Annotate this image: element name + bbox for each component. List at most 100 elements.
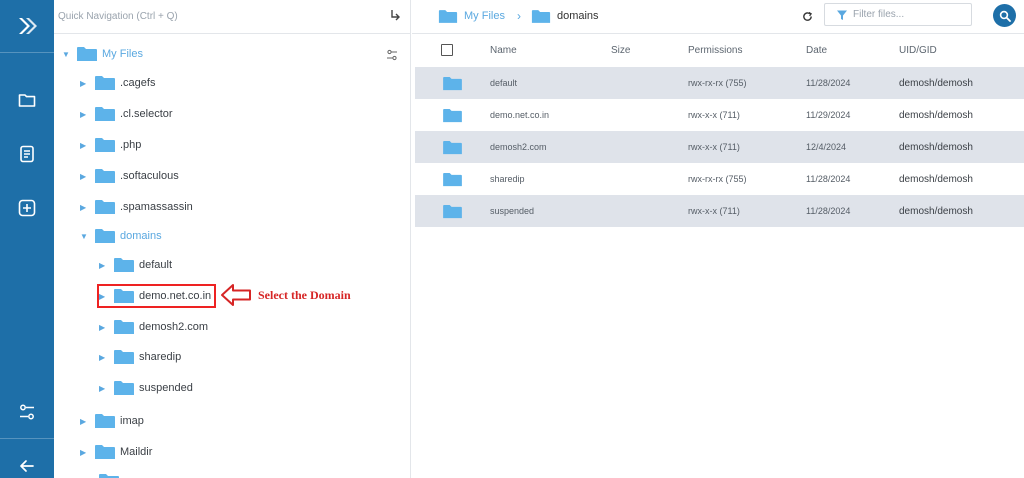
collapsed-caret-icon[interactable]: ▶ (80, 448, 94, 457)
tree-item-suspended[interactable]: ▶ suspended (99, 377, 193, 399)
collapsed-caret-icon[interactable]: ▶ (80, 110, 94, 119)
collapsed-caret-icon[interactable]: ▶ (99, 261, 113, 270)
tree-item-imap[interactable]: ▶ imap (80, 410, 144, 432)
column-header-permissions[interactable]: Permissions (688, 45, 742, 56)
tree-item-label: suspended (139, 382, 193, 394)
row-date: 11/28/2024 (806, 174, 851, 184)
collapsed-caret-icon[interactable]: ▶ (80, 172, 94, 181)
folder-icon (443, 204, 462, 219)
toolbar: My Files › domains (412, 0, 1024, 34)
logo-chevrons-icon[interactable] (0, 0, 54, 52)
tree-item-domains[interactable]: ▼ domains (80, 225, 162, 247)
row-permissions: rwx-rx-rx (755) (688, 78, 747, 88)
tree-item-label: .cagefs (120, 77, 156, 89)
tree-item-cl-selector[interactable]: ▶ .cl.selector (80, 103, 173, 125)
folder-icon (95, 414, 115, 428)
row-name[interactable]: demosh2.com (490, 142, 547, 152)
filter-box[interactable] (824, 3, 972, 26)
column-header-uid-gid[interactable]: UID/GID (899, 45, 937, 56)
rail-divider (0, 438, 54, 439)
collapsed-caret-icon[interactable]: ▶ (99, 384, 113, 393)
tree-settings-icon[interactable] (386, 48, 398, 66)
breadcrumb: My Files › domains (438, 7, 599, 25)
row-permissions: rwx-x-x (711) (688, 142, 740, 152)
folder-icon (114, 258, 134, 272)
tree-item-label: imap (120, 415, 144, 427)
tree-item-php[interactable]: ▶ .php (80, 134, 141, 156)
collapsed-caret-icon[interactable]: ▶ (80, 417, 94, 426)
left-arrow-annotation-icon (221, 284, 251, 306)
folder-icon (95, 107, 115, 121)
add-square-icon[interactable] (0, 194, 54, 222)
tree-item-partial (98, 470, 124, 478)
row-uid-gid: demosh/demosh (899, 206, 973, 217)
folder-icon (95, 76, 115, 90)
collapsed-caret-icon[interactable]: ▶ (80, 141, 94, 150)
refresh-icon[interactable] (802, 9, 813, 27)
row-name[interactable]: sharedip (490, 174, 525, 184)
tree-item-label: .cl.selector (120, 108, 173, 120)
tree-item-label: .spamassassin (120, 201, 193, 213)
filter-funnel-icon (831, 9, 853, 21)
filter-input[interactable] (853, 9, 963, 20)
tree-item-label: default (139, 259, 173, 271)
select-all-checkbox[interactable] (441, 44, 453, 56)
folder-icon (443, 140, 462, 155)
row-date: 11/28/2024 (806, 78, 851, 88)
collapsed-caret-icon[interactable]: ▶ (80, 79, 94, 88)
callout-annotation: Select the Domain (220, 283, 351, 307)
collapsed-caret-icon[interactable]: ▶ (99, 323, 113, 332)
enter-arrow-icon[interactable] (389, 8, 401, 27)
table-row[interactable]: demosh2.com rwx-x-x (711) 12/4/2024 demo… (415, 131, 1024, 163)
table-row[interactable]: demo.net.co.in rwx-x-x (711) 11/29/2024 … (415, 99, 1024, 131)
breadcrumb-current: domains (556, 10, 599, 22)
document-icon[interactable] (0, 140, 54, 168)
tree-root-my-files[interactable]: ▼ My Files (62, 43, 143, 65)
column-header-size[interactable]: Size (611, 45, 630, 56)
tree-item-default[interactable]: ▶ default (99, 254, 172, 276)
quick-navigation-input[interactable]: Quick Navigation (Ctrl + Q) (58, 11, 178, 22)
folder-icon (77, 47, 97, 61)
tree-item-maildir[interactable]: ▶ Maildir (80, 441, 152, 463)
folder-icon (95, 200, 115, 214)
back-arrow-icon[interactable] (0, 452, 54, 478)
expanded-caret-icon[interactable]: ▼ (80, 232, 94, 241)
collapsed-caret-icon[interactable]: ▶ (99, 353, 113, 362)
collapsed-caret-icon[interactable]: ▶ (80, 203, 94, 212)
folder-icon (95, 169, 115, 183)
tree-item-sharedip[interactable]: ▶ sharedip (99, 346, 181, 368)
folder-icon (531, 9, 551, 23)
expanded-caret-icon[interactable]: ▼ (62, 50, 76, 59)
search-icon (999, 10, 1011, 22)
folder-icon (443, 76, 462, 91)
tree-item-softaculous[interactable]: ▶ .softaculous (80, 165, 179, 187)
table-row[interactable]: suspended rwx-x-x (711) 11/28/2024 demos… (415, 195, 1024, 227)
row-permissions: rwx-rx-rx (755) (688, 174, 747, 184)
highlight-box (97, 284, 216, 308)
tree-item-demosh2-com[interactable]: ▶ demosh2.com (99, 316, 208, 338)
column-header-date[interactable]: Date (806, 45, 827, 56)
tree-item-label: sharedip (139, 351, 182, 363)
tree-item-cagefs[interactable]: ▶ .cagefs (80, 72, 155, 94)
row-name[interactable]: default (490, 78, 517, 88)
row-uid-gid: demosh/demosh (899, 78, 973, 89)
table-row[interactable]: sharedip rwx-rx-rx (755) 11/28/2024 demo… (415, 163, 1024, 195)
settings-nodes-icon[interactable] (0, 398, 54, 426)
row-date: 11/29/2024 (806, 110, 851, 120)
column-header-name[interactable]: Name (490, 45, 517, 56)
folder-icon (114, 320, 134, 334)
breadcrumb-my-files[interactable]: My Files (464, 10, 505, 22)
row-date: 11/28/2024 (806, 206, 851, 216)
row-uid-gid: demosh/demosh (899, 174, 973, 185)
row-date: 12/4/2024 (806, 142, 847, 152)
search-button[interactable] (993, 4, 1016, 27)
row-name[interactable]: suspended (490, 206, 534, 216)
row-permissions: rwx-x-x (711) (688, 110, 740, 120)
folder-icon (443, 172, 462, 187)
tree-item-label: .php (120, 139, 142, 151)
folder-icon (95, 138, 115, 152)
tree-item-spamassassin[interactable]: ▶ .spamassassin (80, 196, 193, 218)
table-row[interactable]: default rwx-rx-rx (755) 11/28/2024 demos… (415, 67, 1024, 99)
folder-icon[interactable] (0, 86, 54, 114)
row-name[interactable]: demo.net.co.in (490, 110, 549, 120)
